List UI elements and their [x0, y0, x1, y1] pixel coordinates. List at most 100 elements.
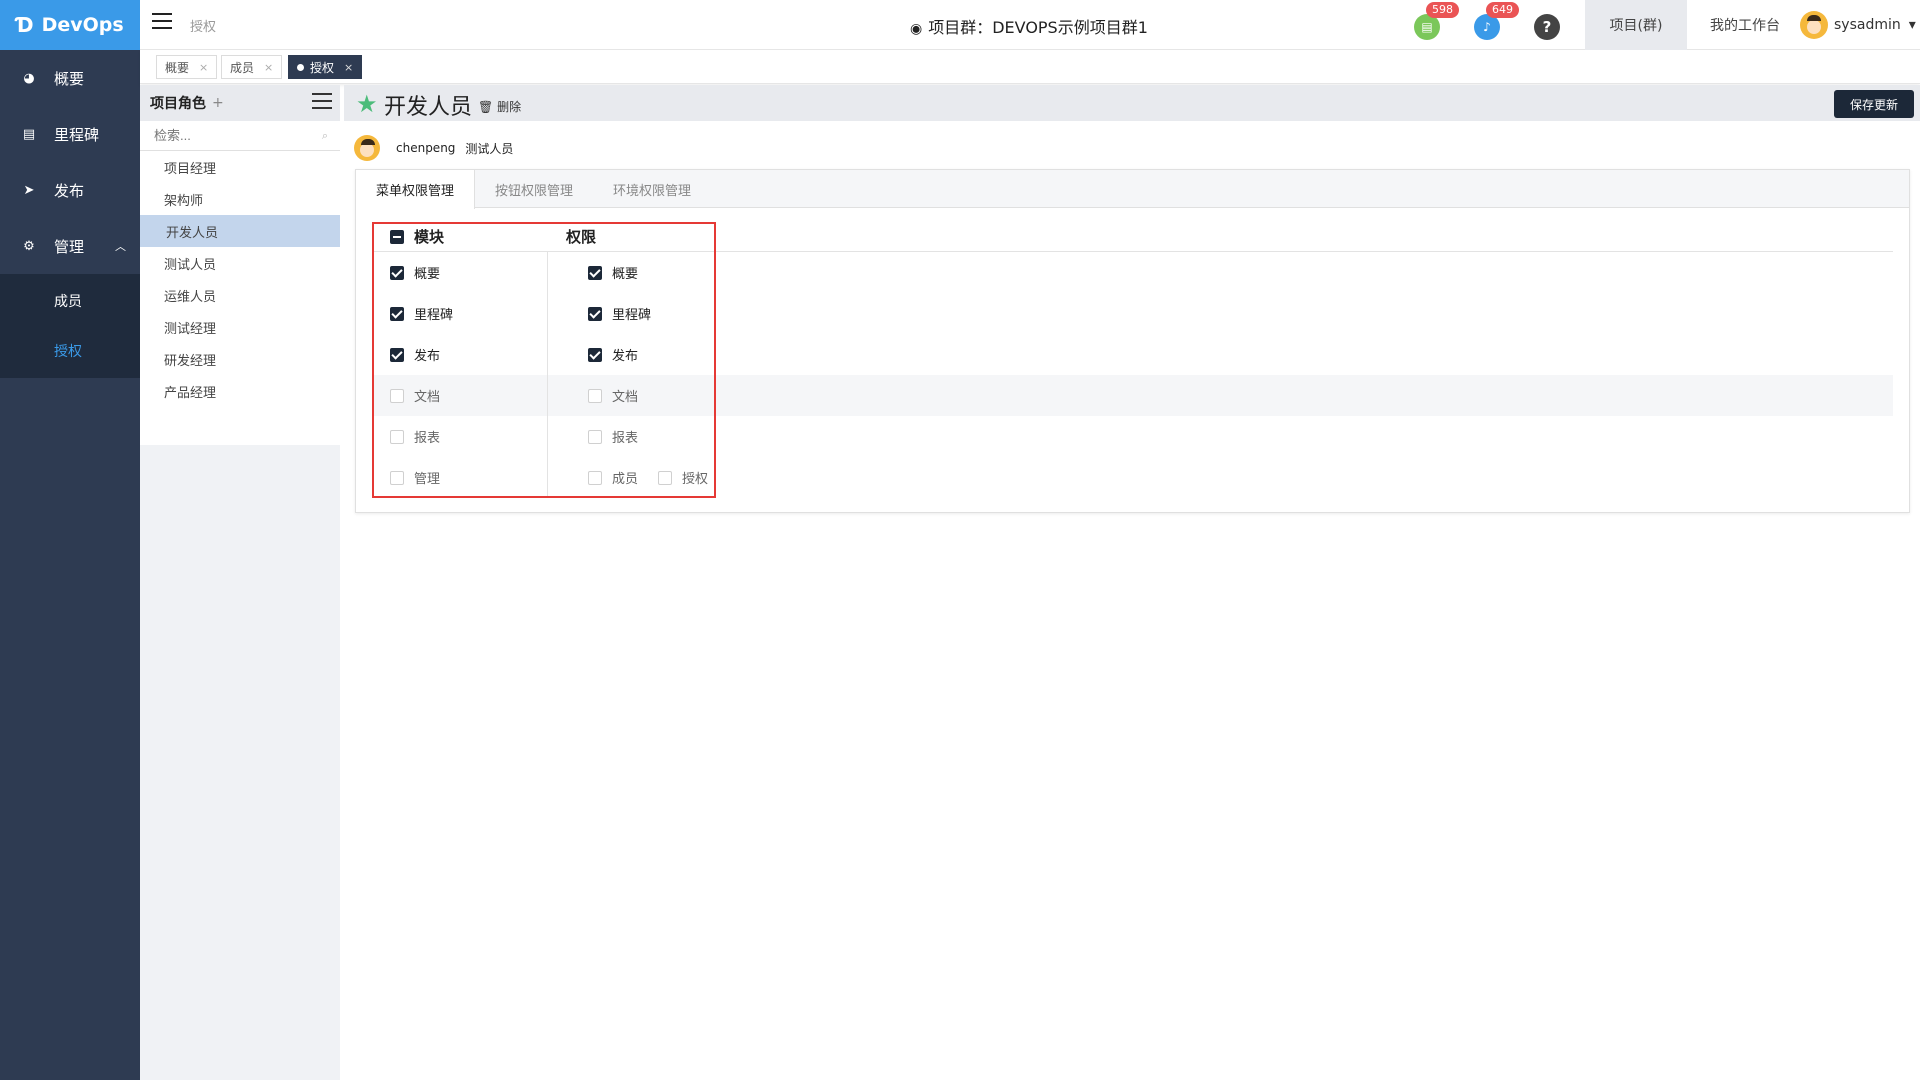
role-menu-icon[interactable]: [312, 93, 332, 114]
table-row: 文档 文档: [372, 375, 1893, 416]
project-group-link[interactable]: 项目(群): [1585, 0, 1687, 50]
tab-auth[interactable]: 授权 ×: [288, 55, 363, 79]
permission-label: 授权: [682, 472, 709, 487]
page-title: 开发人员: [384, 95, 473, 120]
sidebar-item-milestone[interactable]: ▤ 里程碑: [0, 106, 140, 162]
delete-label: 删除: [497, 100, 522, 114]
permission-checkbox[interactable]: [588, 470, 602, 485]
select-all-checkbox[interactable]: [390, 229, 404, 244]
devops-logo-icon: Ɗ: [16, 13, 34, 37]
permission-checkbox[interactable]: [658, 470, 673, 485]
caret-down-icon: ▾: [1908, 17, 1916, 33]
page-tabs: 概要 × 成员 × 授权 ×: [140, 50, 1920, 84]
module-checkbox[interactable]: [390, 306, 404, 321]
sidebar-subitem-auth[interactable]: 授权: [0, 326, 140, 376]
avatar: [354, 135, 380, 161]
username: sysadmin: [1834, 17, 1901, 33]
tab-label: 授权: [310, 60, 335, 75]
role-panel-title: 项目角色: [150, 96, 206, 112]
search-icon[interactable]: ⌕: [322, 129, 328, 143]
user-menu[interactable]: sysadmin ▾: [1800, 11, 1916, 39]
add-role-button[interactable]: +: [212, 95, 224, 111]
module-checkbox[interactable]: [390, 470, 404, 485]
bell-notification-button[interactable]: ♪ 649: [1474, 2, 1519, 40]
role-panel: 项目角色 + ⌕ 项目经理 架构师 开发人员 测试人员 运维人员 测试经理 研发…: [140, 85, 340, 1080]
tab-menu-permissions[interactable]: 菜单权限管理: [356, 170, 476, 209]
permission-checkbox[interactable]: [588, 388, 602, 403]
tab-button-permissions[interactable]: 按钮权限管理: [475, 170, 593, 208]
task-notification-button[interactable]: ▤ 598: [1414, 2, 1459, 40]
table-row: 报表 报表: [372, 416, 1893, 457]
sidebar-subnav: 成员 授权: [0, 274, 140, 378]
trash-icon: 🗑: [478, 100, 494, 114]
milestone-icon: ▤: [22, 126, 36, 142]
active-dot-icon: [297, 63, 304, 71]
column-header-permission: 权限: [566, 228, 597, 246]
module-checkbox[interactable]: [390, 347, 404, 362]
module-checkbox[interactable]: [390, 388, 404, 403]
eye-icon: ◉: [910, 21, 923, 37]
module-label: 文档: [414, 390, 441, 405]
tab-env-permissions[interactable]: 环境权限管理: [593, 170, 711, 208]
top-header: 授权 ◉ 项目群：DEVOPS示例项目群1 ▤ 598 ♪ 649 ? 项目(群)…: [140, 0, 1920, 50]
role-item-selected[interactable]: 开发人员: [140, 215, 340, 247]
permission-tabs: 菜单权限管理 按钮权限管理 环境权限管理: [356, 170, 1909, 209]
column-header-module: 模块: [414, 228, 445, 246]
table-row: 管理 成员 授权: [372, 457, 1893, 498]
help-button[interactable]: ?: [1534, 14, 1560, 40]
role-item[interactable]: 架构师: [140, 183, 340, 215]
project-title-text: 项目群：DEVOPS示例项目群1: [928, 18, 1148, 37]
save-button[interactable]: 保存更新: [1833, 90, 1914, 118]
permission-card: 菜单权限管理 按钮权限管理 环境权限管理 模块 权限 概要 概要 里程碑 里程碑: [355, 169, 1910, 513]
module-checkbox[interactable]: [390, 265, 404, 280]
permission-checkbox[interactable]: [588, 265, 602, 280]
role-panel-header: 项目角色 +: [140, 85, 340, 121]
close-icon[interactable]: ×: [264, 61, 273, 74]
workbench-link[interactable]: 我的工作台: [1695, 0, 1795, 50]
sidebar-item-overview[interactable]: ◕ 概要: [0, 50, 140, 106]
sidebar-item-manage[interactable]: ⚙ 管理 ︿: [0, 218, 140, 274]
permission-label: 成员: [612, 472, 639, 487]
member-name: chenpeng: [396, 141, 456, 155]
close-icon[interactable]: ×: [344, 61, 353, 74]
role-item[interactable]: 测试经理: [140, 311, 340, 343]
role-list: ⌕ 项目经理 架构师 开发人员 测试人员 运维人员 测试经理 研发经理 产品经理: [140, 121, 340, 445]
role-item[interactable]: 测试人员: [140, 247, 340, 279]
logo-text: DevOps: [41, 14, 124, 36]
tab-members[interactable]: 成员 ×: [221, 55, 283, 79]
permission-checkbox[interactable]: [588, 347, 602, 362]
notification-badge: 598: [1426, 2, 1459, 18]
document-icon: ▤: [1421, 20, 1433, 34]
role-item[interactable]: 研发经理: [140, 343, 340, 375]
close-icon[interactable]: ×: [199, 61, 208, 74]
sidebar-item-label: 里程碑: [54, 125, 100, 144]
permission-label: 概要: [612, 267, 639, 282]
role-item[interactable]: 运维人员: [140, 279, 340, 311]
main-content: ★ 开发人员 🗑 删除 保存更新 chenpeng 测试人员 菜单权限管理 按钮…: [344, 85, 1920, 1080]
module-label: 报表: [414, 431, 441, 446]
avatar: [1800, 11, 1828, 39]
role-item[interactable]: 产品经理: [140, 375, 340, 407]
role-search-input[interactable]: [154, 128, 304, 143]
tab-label: 成员: [230, 60, 255, 75]
sidebar-item-release[interactable]: ➤ 发布: [0, 162, 140, 218]
project-title[interactable]: ◉ 项目群：DEVOPS示例项目群1: [910, 14, 1148, 38]
sidebar-item-label: 概要: [54, 69, 85, 88]
sidebar-subitem-members[interactable]: 成员: [0, 276, 140, 326]
menu-toggle-icon[interactable]: [152, 13, 172, 31]
star-icon: ★: [356, 90, 378, 118]
table-row: 概要 概要: [372, 252, 1893, 293]
permission-label: 文档: [612, 390, 639, 405]
sidebar-item-label: 发布: [54, 181, 85, 200]
member-role: 测试人员: [465, 141, 514, 156]
delete-button[interactable]: 🗑 删除: [478, 98, 521, 115]
gear-icon: ⚙: [23, 238, 35, 254]
table-row: 发布 发布: [372, 334, 1893, 375]
permission-checkbox[interactable]: [588, 429, 602, 444]
bell-icon: ♪: [1483, 20, 1491, 34]
role-item[interactable]: 项目经理: [140, 151, 340, 183]
logo[interactable]: Ɗ DevOps: [0, 0, 140, 50]
tab-overview[interactable]: 概要 ×: [156, 55, 218, 79]
permission-checkbox[interactable]: [588, 306, 602, 321]
module-checkbox[interactable]: [390, 429, 404, 444]
